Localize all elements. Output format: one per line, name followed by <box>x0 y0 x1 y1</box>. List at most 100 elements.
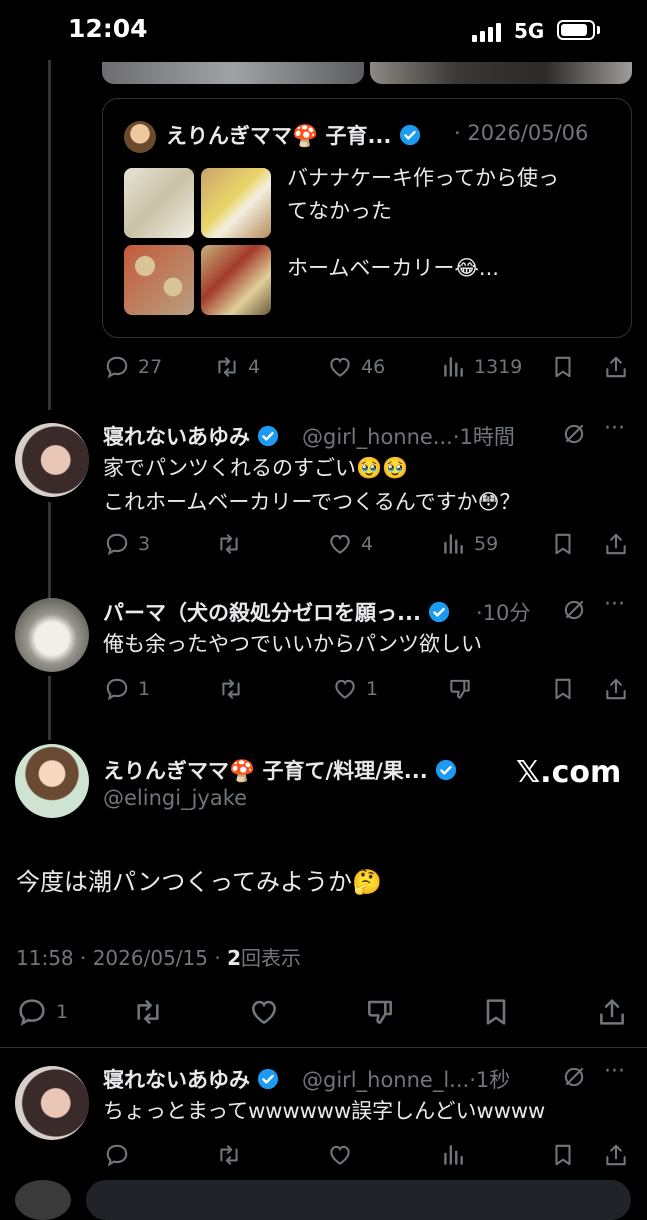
bookmark-button[interactable] <box>480 996 512 1028</box>
reply-time: ·10分 <box>476 601 531 625</box>
reply-author-name[interactable]: パーマ（犬の殺処分ゼロを願っ... <box>103 597 450 627</box>
share-icon <box>600 999 624 1025</box>
reply-handle: @girl_honne_l...·1秒 <box>302 1068 511 1092</box>
battery-icon <box>557 20 595 40</box>
like-button[interactable]: 1 <box>332 676 378 702</box>
bookmark-button[interactable] <box>550 676 576 702</box>
reply-actions: 1 1 <box>0 674 647 704</box>
main-tweet-text: 今度は潮パンつくってみようか🤔 <box>16 868 382 896</box>
divider <box>0 1047 647 1048</box>
grok-icon[interactable] <box>561 1064 587 1090</box>
share-button[interactable] <box>603 354 629 380</box>
more-icon[interactable]: ··· <box>604 416 625 441</box>
verified-icon <box>429 601 450 623</box>
retweet-button[interactable]: 4 <box>214 354 260 380</box>
quote-author-avatar[interactable] <box>124 121 156 153</box>
reply-button[interactable]: 1 <box>104 676 150 702</box>
reply-icon <box>106 356 128 379</box>
retweet-icon <box>137 1000 159 1024</box>
like-button[interactable] <box>248 996 280 1028</box>
grok-icon[interactable] <box>561 597 587 623</box>
reply-icon <box>106 533 128 556</box>
share-button[interactable] <box>603 1142 629 1168</box>
signal-icon <box>472 22 501 42</box>
views-button[interactable]: 1319 <box>440 354 522 380</box>
quote-image-2[interactable] <box>201 168 271 238</box>
quote-text: バナナケーキ作ってから使っ てなかった ホームベーカリー😂... <box>287 166 559 280</box>
main-author-name[interactable]: えりんぎママ🍄 子育て/料理/果... <box>103 755 457 785</box>
reply-text: 家でパンツくれるのすごい🥹🥹 これホームベーカリーでつくるんですか😳？ <box>103 456 521 514</box>
heart-icon <box>330 534 350 554</box>
dislike-button[interactable] <box>364 996 396 1028</box>
heart-icon <box>335 679 355 699</box>
views-button[interactable] <box>440 1142 466 1168</box>
dislike-button[interactable] <box>447 676 473 702</box>
retweet-button[interactable] <box>216 1142 242 1168</box>
like-button[interactable]: 4 <box>327 531 373 557</box>
bookmark-button[interactable] <box>550 1142 576 1168</box>
share-button[interactable] <box>603 676 629 702</box>
retweet-icon <box>220 534 238 554</box>
reply-icon <box>19 999 45 1026</box>
reply-author-avatar[interactable] <box>15 1066 89 1140</box>
heart-icon <box>330 1145 350 1165</box>
reply-button[interactable]: 1 <box>16 996 68 1028</box>
share-icon <box>606 533 626 555</box>
heart-icon <box>330 357 350 377</box>
reply-actions <box>0 1140 647 1170</box>
bookmark-icon <box>555 533 571 555</box>
retweet-button[interactable] <box>216 531 242 557</box>
reply-button[interactable] <box>104 1142 130 1168</box>
tweet-actions: 27 4 46 1319 <box>0 352 647 382</box>
quote-author-name[interactable]: えりんぎママ🍄 子育... <box>166 120 421 150</box>
bookmark-button[interactable] <box>550 354 576 380</box>
reply-author-name[interactable]: 寝れないあゆみ <box>103 1064 279 1094</box>
battery-tip <box>597 26 600 34</box>
network-label: 5G <box>514 19 545 43</box>
quote-image-4[interactable] <box>201 245 271 315</box>
media-image[interactable] <box>102 62 364 84</box>
quote-image-1[interactable] <box>124 168 194 238</box>
status-time: 12:04 <box>68 14 148 43</box>
views-icon <box>444 357 463 377</box>
thumbs-down-icon <box>450 679 470 699</box>
reply-author-avatar[interactable] <box>15 423 89 497</box>
like-button[interactable]: 46 <box>327 354 385 380</box>
reply-compose-field[interactable] <box>86 1180 631 1220</box>
reply-author-name[interactable]: 寝れないあゆみ <box>103 421 279 451</box>
reply-button[interactable]: 27 <box>104 354 162 380</box>
verified-icon <box>399 124 420 146</box>
grok-icon[interactable] <box>561 421 587 447</box>
views-icon <box>444 1145 463 1165</box>
retweet-button[interactable] <box>218 676 244 702</box>
quote-date: · 2026/05/06 <box>454 121 589 145</box>
main-author-handle: @elingi_jyake <box>103 786 248 810</box>
verified-icon <box>258 425 279 447</box>
retweet-icon <box>220 1145 238 1165</box>
bookmark-icon <box>555 1144 571 1166</box>
reply-button[interactable]: 3 <box>104 531 150 557</box>
main-tweet-meta: 11:58 · 2026/05/15 · 2回表示 <box>16 946 301 970</box>
verified-icon <box>258 1068 279 1090</box>
share-button[interactable] <box>603 531 629 557</box>
reply-icon <box>106 678 128 701</box>
bookmark-button[interactable] <box>550 531 576 557</box>
retweet-button[interactable] <box>132 996 164 1028</box>
more-icon[interactable]: ··· <box>604 592 625 617</box>
heart-icon <box>252 1000 276 1025</box>
retweet-icon <box>222 679 240 699</box>
share-icon <box>606 678 626 700</box>
like-button[interactable] <box>327 1142 353 1168</box>
main-author-avatar[interactable] <box>15 744 89 818</box>
bookmark-icon <box>555 356 571 378</box>
share-icon <box>606 1144 626 1166</box>
reply-text: 俺も余ったやつでいいからパンツ欲しい <box>103 632 483 656</box>
media-image[interactable] <box>370 62 632 84</box>
share-button[interactable] <box>596 996 628 1028</box>
quote-image-3[interactable] <box>124 245 194 315</box>
views-button[interactable]: 59 <box>440 531 498 557</box>
more-icon[interactable]: ··· <box>604 1059 625 1084</box>
bookmark-icon <box>486 999 506 1025</box>
reply-author-avatar[interactable] <box>15 598 89 672</box>
reply-actions: 3 4 59 <box>0 529 647 559</box>
